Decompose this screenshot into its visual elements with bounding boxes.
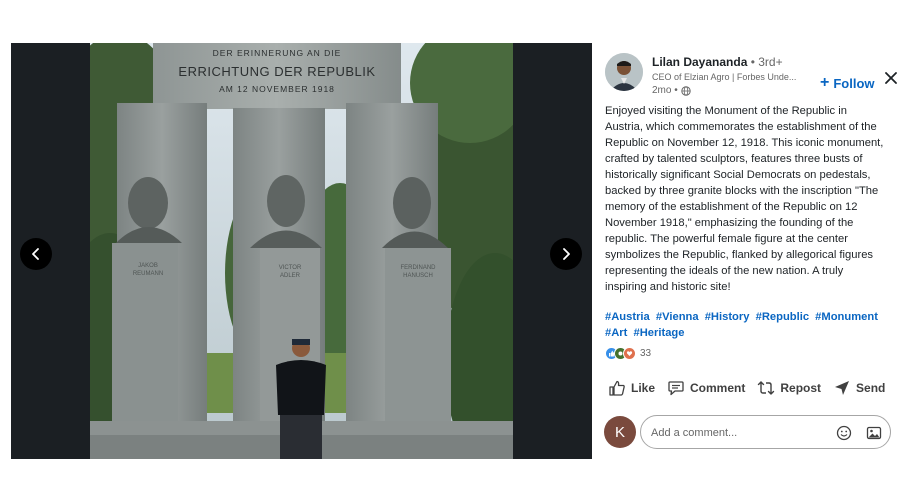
follow-label: Follow — [833, 75, 875, 91]
hashtag-link[interactable]: #Republic — [756, 311, 809, 323]
bust-label-right-1: FERDINAND — [400, 265, 436, 271]
follow-button[interactable]: + Follow — [820, 75, 875, 91]
author-name-line: Lilan Dayananda • 3rd+ — [652, 55, 783, 69]
emoji-icon — [836, 425, 852, 441]
close-icon — [885, 72, 897, 84]
reactions-summary[interactable]: 33 — [605, 346, 651, 360]
bust-label-left-2: REUMANN — [133, 271, 163, 277]
comment-composer: K — [604, 415, 891, 449]
chevron-right-icon — [563, 248, 570, 260]
connection-degree: • 3rd+ — [747, 55, 783, 69]
plus-icon: + — [820, 74, 830, 91]
comment-box[interactable] — [640, 415, 891, 449]
bust-label-left-1: JAKOB — [138, 263, 158, 269]
hashtag-link[interactable]: #Monument — [815, 311, 878, 323]
post-details-panel: Lilan Dayananda • 3rd+ CEO of Elzian Agr… — [592, 43, 897, 459]
hashtag-link[interactable]: #Austria — [605, 311, 650, 323]
monument-photo-illustration: DER ERINNERUNG AN DIE ERRICHTUNG DER REP… — [90, 43, 513, 459]
bust-label-right-2: HANUSCH — [403, 273, 433, 279]
comment-label: Comment — [690, 381, 746, 395]
post-hashtags: #Austria #Vienna #History #Republic #Mon… — [605, 309, 887, 341]
inscription-line-1: DER ERINNERUNG AN DIE — [213, 48, 342, 58]
chevron-left-icon — [32, 248, 39, 260]
author-header: Lilan Dayananda • 3rd+ CEO of Elzian Agr… — [605, 53, 897, 99]
repost-icon — [758, 381, 775, 395]
post-actions-bar: Like Comment Repost Send — [602, 376, 887, 400]
media-viewer: DER ERINNERUNG AN DIE ERRICHTUNG DER REP… — [11, 43, 592, 459]
next-image-button[interactable] — [550, 238, 582, 270]
like-button[interactable]: Like — [602, 376, 661, 400]
inscription-line-2: ERRICHTUNG DER REPUBLIK — [178, 64, 375, 79]
previous-image-button[interactable] — [20, 238, 52, 270]
author-avatar[interactable] — [605, 53, 643, 91]
hashtag-link[interactable]: #History — [705, 311, 750, 323]
author-photo-icon — [605, 53, 643, 91]
image-icon — [866, 426, 882, 440]
add-photo-button[interactable] — [865, 424, 883, 442]
current-user-avatar[interactable]: K — [604, 416, 636, 448]
author-headline: CEO of Elzian Agro | Forbes Unde... — [652, 72, 797, 82]
hashtag-link[interactable]: #Heritage — [634, 327, 685, 339]
post-meta: 2mo • — [652, 85, 691, 96]
emoji-button[interactable] — [835, 424, 853, 442]
thumbs-up-icon — [609, 380, 625, 396]
bust-label-center-2: ADLER — [280, 273, 301, 279]
love-reaction-icon — [623, 346, 636, 360]
send-icon — [835, 381, 850, 395]
like-label: Like — [631, 381, 656, 395]
hashtag-link[interactable]: #Vienna — [656, 311, 699, 323]
comment-input[interactable] — [651, 424, 821, 442]
author-name[interactable]: Lilan Dayananda — [652, 55, 747, 69]
post-body-text: Enjoyed visiting the Monument of the Rep… — [605, 105, 884, 293]
post-media-viewer: DER ERINNERUNG AN DIE ERRICHTUNG DER REP… — [0, 0, 900, 504]
globe-icon — [681, 85, 691, 96]
repost-label: Repost — [780, 381, 822, 395]
close-button[interactable] — [881, 68, 900, 88]
reaction-count: 33 — [640, 347, 652, 359]
bust-label-center-1: VICTOR — [279, 265, 302, 271]
comment-icon — [668, 381, 684, 396]
inscription-line-3: AM 12 NOVEMBER 1918 — [219, 84, 335, 94]
repost-button[interactable]: Repost — [751, 376, 827, 400]
post-photo[interactable]: DER ERINNERUNG AN DIE ERRICHTUNG DER REP… — [90, 43, 513, 459]
post-time: 2mo • — [652, 85, 678, 96]
send-button[interactable]: Send — [827, 376, 891, 400]
hashtag-link[interactable]: #Art — [605, 327, 627, 339]
send-label: Send — [856, 381, 886, 395]
comment-button[interactable]: Comment — [661, 376, 751, 400]
